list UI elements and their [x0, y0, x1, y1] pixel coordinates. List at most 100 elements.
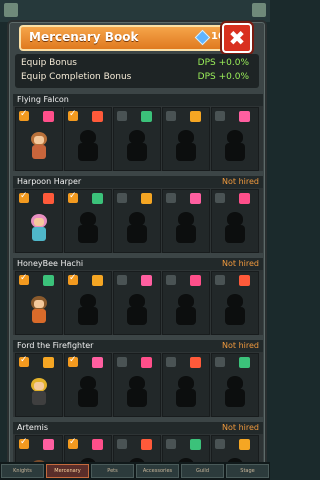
- mercenary-row[interactable]: Ford the Firefighter Not hired: [13, 340, 263, 417]
- equip-bonus-value: DPS +0.0%: [197, 58, 249, 68]
- checkmark-icon: [68, 437, 78, 449]
- equipment-slot[interactable]: [113, 435, 161, 462]
- lightning-icon: [92, 357, 103, 368]
- lightning-icon: [239, 111, 250, 122]
- equipment-slot[interactable]: [64, 271, 112, 335]
- mercenary-header: Artemis Not hired: [13, 422, 263, 434]
- equipment-slot[interactable]: [113, 189, 161, 253]
- close-button[interactable]: ✖: [222, 23, 252, 53]
- flame-icon: [43, 193, 54, 204]
- mercenary-row[interactable]: HoneyBee Hachi Not hired: [13, 258, 263, 335]
- equipment-slot[interactable]: [211, 189, 259, 253]
- gem-icon: [194, 29, 211, 46]
- equipment-slot[interactable]: [162, 435, 210, 462]
- checkmark-icon: [117, 193, 127, 203]
- equip-bonus-row: Equip Bonus DPS +0.0%: [21, 58, 253, 72]
- checkmark-icon: [117, 439, 127, 449]
- sun-icon: [239, 439, 250, 450]
- mercenary-name: Harpoon Harper: [17, 177, 82, 186]
- checkmark-icon: [166, 193, 176, 203]
- mercenary-header: Ford the Firefighter Not hired: [13, 340, 263, 352]
- equipment-slot[interactable]: [64, 353, 112, 417]
- equipment-slot[interactable]: [162, 271, 210, 335]
- locked-silhouette-icon: [222, 130, 248, 164]
- locked-silhouette-icon: [222, 376, 248, 410]
- tab-knights[interactable]: Knights: [1, 464, 44, 478]
- equipment-slot[interactable]: [64, 107, 112, 171]
- equipment-slot[interactable]: [211, 353, 259, 417]
- mercenary-portrait-icon: [25, 210, 53, 248]
- portrait-slot[interactable]: [15, 189, 63, 253]
- equipment-slot[interactable]: [211, 107, 259, 171]
- equipment-slot[interactable]: [113, 271, 161, 335]
- mercenary-row[interactable]: Flying Falcon: [13, 94, 263, 171]
- equipment-slot[interactable]: [162, 107, 210, 171]
- menu-icon[interactable]: [4, 3, 18, 17]
- flame-icon: [190, 357, 201, 368]
- hire-status: Not hired: [222, 259, 259, 268]
- equipment-slot[interactable]: [162, 189, 210, 253]
- mercenary-row[interactable]: Artemis Not hired: [13, 422, 263, 462]
- mercenary-portrait-icon: [25, 292, 53, 330]
- equip-bonus-label: Equip Bonus: [21, 58, 77, 68]
- sun-icon: [190, 111, 201, 122]
- sun-icon: [92, 275, 103, 286]
- equipment-slot[interactable]: [211, 271, 259, 335]
- locked-silhouette-icon: [173, 376, 199, 410]
- equipment-slot[interactable]: [162, 353, 210, 417]
- hire-status: Not hired: [222, 177, 259, 186]
- lightning-icon: [190, 193, 201, 204]
- tab-guild[interactable]: Guild: [181, 464, 224, 478]
- bonus-summary: Equip Bonus DPS +0.0% Equip Completion B…: [15, 54, 259, 88]
- locked-silhouette-icon: [124, 130, 150, 164]
- title-bar: Mercenary Book 10: [19, 25, 235, 51]
- checkmark-icon: [19, 109, 29, 121]
- leaf-icon: [43, 275, 54, 286]
- mercenary-header: HoneyBee Hachi Not hired: [13, 258, 263, 270]
- leaf-icon: [190, 439, 201, 450]
- locked-silhouette-icon: [222, 212, 248, 246]
- checkmark-icon: [117, 111, 127, 121]
- feather-icon: [190, 275, 201, 286]
- portrait-slot[interactable]: [15, 353, 63, 417]
- tab-pets[interactable]: Pets: [91, 464, 134, 478]
- equipment-slot[interactable]: [113, 107, 161, 171]
- mercenary-row[interactable]: Harpoon Harper Not hired: [13, 176, 263, 253]
- hire-status: Not hired: [222, 423, 259, 432]
- equipment-slot[interactable]: [113, 353, 161, 417]
- feather-icon: [141, 357, 152, 368]
- flame-icon: [92, 111, 103, 122]
- locked-silhouette-icon: [75, 294, 101, 328]
- tab-accessories[interactable]: Accessories: [136, 464, 179, 478]
- portrait-slot[interactable]: [15, 271, 63, 335]
- equipment-slot[interactable]: [64, 435, 112, 462]
- locked-silhouette-icon: [124, 212, 150, 246]
- lightning-icon: [43, 439, 54, 450]
- equipment-slot[interactable]: [64, 189, 112, 253]
- checkmark-icon: [215, 357, 225, 367]
- checkmark-icon: [19, 355, 29, 367]
- background-top-bar: [0, 0, 270, 22]
- portrait-slot[interactable]: [15, 107, 63, 171]
- completion-bonus-value: DPS +0.0%: [197, 72, 249, 82]
- portrait-slot[interactable]: [15, 435, 63, 462]
- locked-silhouette-icon: [173, 130, 199, 164]
- mercenary-book-panel: Mercenary Book 10 ✖ Equip Bonus DPS +0.0…: [7, 20, 267, 468]
- completion-bonus-row: Equip Completion Bonus DPS +0.0%: [21, 72, 253, 86]
- sun-icon: [43, 357, 54, 368]
- checkmark-icon: [215, 193, 225, 203]
- checkmark-icon: [68, 191, 78, 203]
- equipment-slot[interactable]: [211, 435, 259, 462]
- mercenary-name: Flying Falcon: [17, 95, 69, 104]
- mercenary-list[interactable]: Flying FalconHarpoon HarperNot hiredHone…: [13, 94, 263, 462]
- hire-status: Not hired: [222, 341, 259, 350]
- page-title: Mercenary Book: [29, 30, 139, 44]
- settings-icon[interactable]: [252, 3, 266, 17]
- tab-stage[interactable]: Stage: [226, 464, 269, 478]
- tab-mercenary[interactable]: Mercenary: [46, 464, 89, 478]
- flame-icon: [141, 439, 152, 450]
- checkmark-icon: [68, 355, 78, 367]
- leaf-icon: [92, 193, 103, 204]
- leaf-icon: [239, 357, 250, 368]
- locked-silhouette-icon: [124, 376, 150, 410]
